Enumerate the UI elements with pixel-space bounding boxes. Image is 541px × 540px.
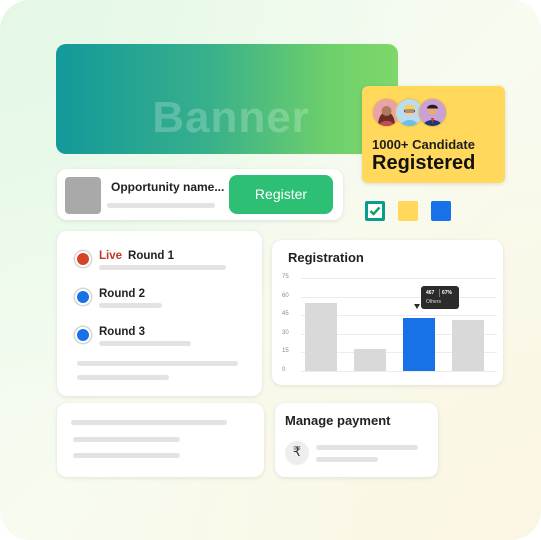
- placeholder-line: [316, 445, 418, 450]
- banner: Banner: [56, 44, 398, 154]
- gridline: [301, 371, 497, 372]
- placeholder-line: [73, 453, 180, 458]
- rupee-icon: ₹: [285, 441, 309, 465]
- y-tick-label: 60: [282, 292, 289, 299]
- candidate-count: 1000+ Candidate: [372, 137, 475, 152]
- candidate-badge: 1000+ Candidate Registered: [362, 86, 505, 183]
- y-tick-label: 45: [282, 311, 289, 318]
- round-2-label: Round 2: [99, 288, 145, 300]
- placeholder-line: [99, 265, 226, 270]
- round-item[interactable]: Round 2: [57, 288, 262, 309]
- placeholder-line: [107, 203, 215, 208]
- canvas: Banner 1000+ Candidate Registered Opport…: [0, 0, 541, 540]
- y-tick-label: 15: [282, 348, 289, 355]
- tooltip-percent: 67%: [442, 290, 453, 296]
- y-tick-label: 0: [282, 367, 286, 373]
- placeholder-line: [316, 457, 378, 462]
- avatar-3: [418, 98, 447, 127]
- chart-bar[interactable]: [354, 348, 386, 371]
- tooltip-marker: [414, 304, 420, 309]
- round-status-dot: [75, 251, 91, 267]
- placeholder-card: [57, 403, 264, 477]
- opportunity-thumbnail: [65, 177, 101, 214]
- round-label-1: Live Round 1: [99, 250, 174, 262]
- checkbox-icon[interactable]: [365, 201, 385, 221]
- registration-card: Registration 75 60 45 30 15 0 467 67% Others: [272, 240, 503, 385]
- round-status-dot: [75, 289, 91, 305]
- placeholder-line: [77, 361, 238, 366]
- chart-tooltip: 467 67% Others: [421, 286, 459, 309]
- rounds-card: Live Round 1 Round 2 Round 3: [57, 231, 262, 396]
- gridline: [301, 296, 497, 298]
- round-status-dot: [75, 327, 91, 343]
- placeholder-line: [73, 437, 180, 442]
- y-tick-label: 30: [282, 329, 289, 336]
- opportunity-card: Opportunity name... Register: [57, 169, 343, 220]
- tooltip-label: Others: [426, 299, 442, 305]
- round-3-label: Round 3: [99, 326, 145, 338]
- registration-title: Registration: [288, 250, 364, 265]
- yellow-swatch[interactable]: [398, 201, 418, 221]
- register-button[interactable]: Register: [229, 175, 333, 214]
- manage-payment-card[interactable]: Manage payment ₹: [275, 403, 438, 477]
- chart-bar[interactable]: [305, 302, 337, 371]
- tooltip-value: 467: [426, 290, 435, 296]
- round-item[interactable]: Round 3: [57, 326, 262, 347]
- placeholder-line: [71, 420, 227, 425]
- blue-swatch[interactable]: [431, 201, 451, 221]
- banner-text: Banner: [152, 93, 310, 142]
- payment-title: Manage payment: [285, 413, 391, 428]
- tooltip-separator: [439, 289, 440, 297]
- live-label: Live: [99, 250, 123, 262]
- placeholder-line: [99, 341, 191, 346]
- gridline: [301, 278, 497, 279]
- chart-bar[interactable]: [403, 317, 435, 371]
- round-1-label: Round 1: [128, 250, 175, 262]
- candidate-status: Registered: [372, 152, 476, 174]
- y-tick-label: 75: [282, 274, 289, 280]
- round-item[interactable]: Live Round 1: [57, 250, 262, 271]
- chart-bar[interactable]: [452, 320, 484, 371]
- placeholder-line: [77, 375, 169, 380]
- opportunity-name: Opportunity name...: [111, 180, 225, 194]
- placeholder-line: [99, 303, 162, 308]
